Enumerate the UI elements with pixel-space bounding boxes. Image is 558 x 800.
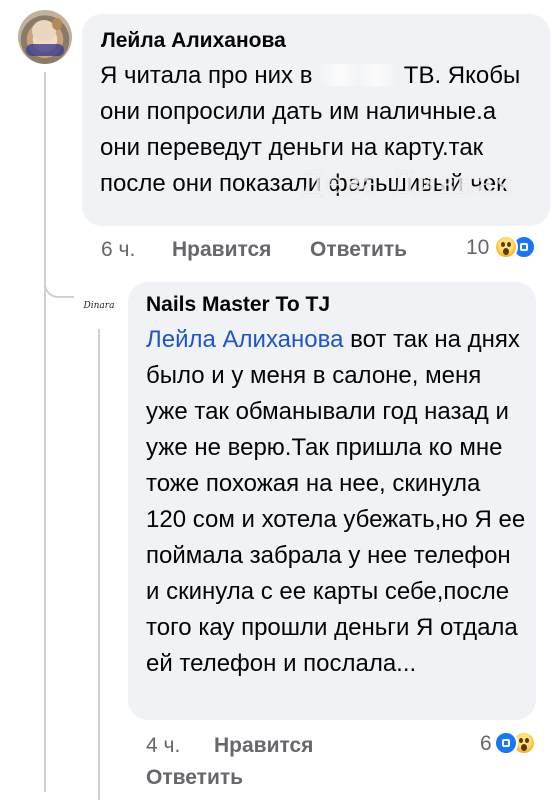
reply-button[interactable]: Ответить	[146, 766, 243, 790]
thread-connector	[44, 270, 74, 298]
avatar[interactable]	[18, 10, 72, 64]
redacted-area	[319, 64, 398, 86]
avatar[interactable]: Dinara	[76, 283, 122, 329]
mention-link[interactable]: Лейла Алиханова	[146, 326, 343, 353]
reply-time[interactable]: 4 ч.	[146, 734, 180, 758]
reply-thread-line	[98, 325, 100, 800]
avatar-logo-text: Dinara	[83, 301, 115, 311]
comment-text-part: Я читала про них в	[100, 62, 320, 89]
comment-author[interactable]: Лейла Алиханова	[101, 29, 286, 53]
reply-author[interactable]: Nails Master To TJ	[146, 293, 330, 317]
wow-icon[interactable]	[494, 235, 518, 259]
reaction-count[interactable]: 10	[466, 236, 489, 260]
comment-time[interactable]: 6 ч.	[101, 238, 135, 262]
reply-text: Лейла Алиханова вот так на днях было и у…	[146, 322, 526, 682]
like-icon[interactable]	[494, 731, 518, 755]
like-button[interactable]: Нравится	[172, 238, 271, 262]
reply-text-body: вот так на днях было и у меня в салоне, …	[146, 326, 526, 677]
thread-line	[44, 72, 46, 792]
avatar-photo-detail	[26, 44, 64, 56]
like-button[interactable]: Нравится	[214, 734, 313, 758]
watermark: Дева Дивная	[300, 166, 516, 201]
reaction-count[interactable]: 6	[480, 732, 492, 756]
avatar-photo-detail	[52, 18, 62, 30]
reply-button[interactable]: Ответить	[310, 238, 407, 262]
